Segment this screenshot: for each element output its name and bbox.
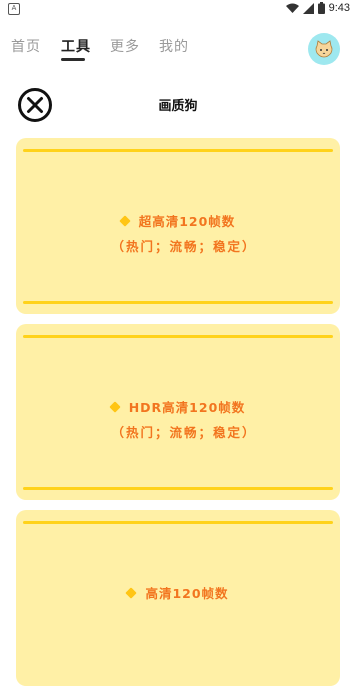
status-bar: A 9:43 [0, 0, 356, 18]
card-title: HDR高清120帧数 [128, 400, 246, 415]
signal-icon [302, 2, 314, 14]
cat-avatar-icon [315, 40, 333, 58]
card-bottom-line [23, 301, 333, 304]
card-top-line [23, 149, 333, 152]
battery-icon [317, 2, 325, 14]
option-card-2[interactable]: HDR高清120帧数 （热门；流畅；稳定） [16, 324, 340, 500]
wifi-icon [285, 3, 299, 13]
tab-tools[interactable]: 工具 [61, 36, 91, 56]
diamond-bullet-icon [109, 400, 121, 413]
tab-mine[interactable]: 我的 [159, 36, 189, 56]
avatar[interactable] [308, 33, 340, 65]
tab-home[interactable]: 首页 [11, 36, 41, 56]
notification-icon: A [8, 3, 20, 15]
diamond-bullet-icon [119, 214, 131, 227]
option-card-1[interactable]: 超高清120帧数 （热门；流畅；稳定） [16, 138, 340, 314]
tab-more[interactable]: 更多 [110, 36, 140, 56]
card-bottom-line [23, 487, 333, 490]
card-top-line [23, 335, 333, 338]
card-title: 超高清120帧数 [138, 214, 236, 229]
status-icons: 9:43 [285, 2, 350, 14]
active-tab-indicator [61, 58, 85, 61]
diamond-bullet-icon [125, 586, 138, 599]
card-title: 高清120帧数 [145, 586, 229, 601]
card-subtitle: （热门；流畅；稳定） [111, 239, 257, 254]
top-nav: 首页 工具 更多 我的 [0, 28, 356, 68]
status-time: 9:43 [328, 2, 350, 14]
card-subtitle: （热门；流畅；稳定） [111, 425, 257, 440]
option-card-3[interactable]: 高清120帧数 [16, 510, 340, 686]
card-top-line [23, 521, 333, 524]
page-title: 画质狗 [158, 99, 198, 114]
